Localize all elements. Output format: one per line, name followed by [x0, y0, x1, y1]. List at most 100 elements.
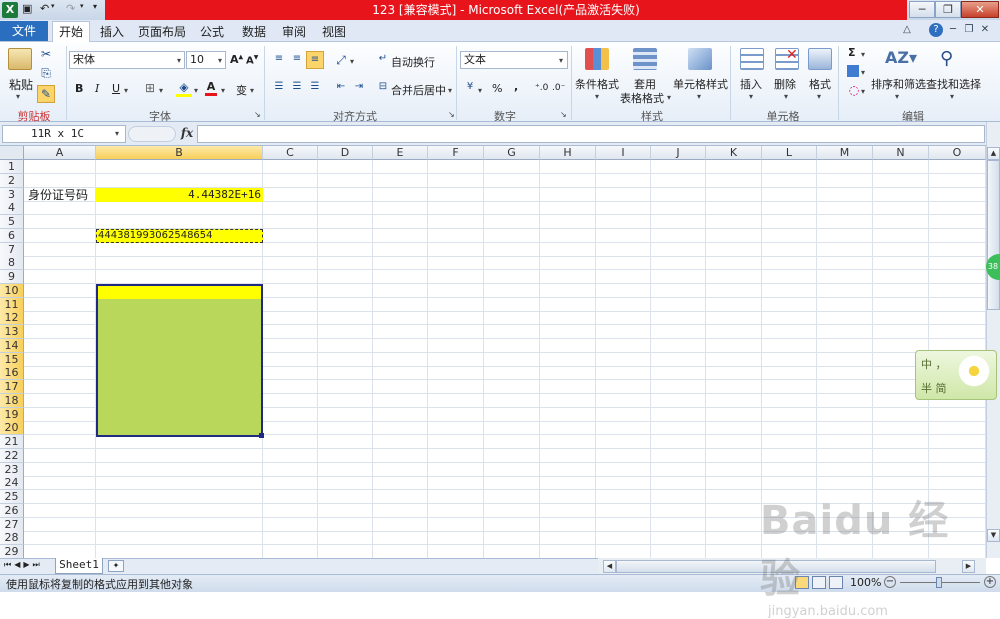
- row-header-5[interactable]: 5: [0, 215, 24, 229]
- tab-page-layout[interactable]: 页面布局: [134, 22, 190, 42]
- clear-dropdown-icon[interactable]: ▾: [861, 87, 865, 96]
- insert-cells-button[interactable]: 插入: [740, 76, 762, 92]
- border-dropdown-icon[interactable]: ▾: [159, 86, 163, 95]
- increase-indent-icon[interactable]: ⇥: [352, 81, 366, 92]
- customize-toolbar-icon[interactable]: ▾: [93, 2, 97, 11]
- orientation-dropdown-icon[interactable]: ▾: [350, 57, 354, 66]
- ribbon-minimize-icon[interactable]: △: [900, 23, 914, 37]
- border-icon[interactable]: ⊞: [143, 81, 157, 95]
- wb-close-icon[interactable]: ✕: [978, 23, 992, 37]
- delete-cells-button[interactable]: 删除: [774, 76, 796, 92]
- cell-styles-icon[interactable]: [688, 48, 712, 70]
- paste-dropdown-icon[interactable]: ▾: [16, 92, 20, 101]
- insert-sheet-icon[interactable]: ✦: [108, 560, 124, 572]
- column-header-g[interactable]: G: [484, 146, 540, 160]
- align-top-icon[interactable]: ≡: [272, 53, 286, 64]
- row-header-12[interactable]: 12: [0, 311, 24, 326]
- save-icon[interactable]: ▣: [22, 2, 32, 15]
- tab-data[interactable]: 数据: [236, 22, 272, 42]
- bold-icon[interactable]: B: [75, 82, 83, 95]
- row-header-23[interactable]: 23: [0, 462, 24, 477]
- merge-center-button[interactable]: 合并后居中: [391, 82, 446, 98]
- number-format-select[interactable]: 文本: [460, 51, 568, 69]
- italic-icon[interactable]: I: [95, 82, 99, 95]
- merge-center-icon[interactable]: ⊟: [376, 81, 390, 92]
- vertical-scroll-thumb[interactable]: [987, 160, 1000, 310]
- wb-minimize-icon[interactable]: ─: [946, 23, 960, 37]
- accounting-dropdown-icon[interactable]: ▾: [478, 86, 482, 95]
- decrease-decimal-icon[interactable]: .0⁻: [552, 83, 565, 93]
- format-as-table-button[interactable]: 表格格式: [620, 90, 664, 106]
- column-header-m[interactable]: M: [817, 146, 873, 160]
- sheet-nav-icon[interactable]: ⏮◀▶⏭: [4, 560, 43, 570]
- cell-styles-button[interactable]: 单元格样式: [673, 76, 728, 92]
- tab-formulas[interactable]: 公式: [194, 22, 230, 42]
- restore-button[interactable]: ❐: [935, 1, 961, 18]
- row-header-24[interactable]: 24: [0, 476, 24, 491]
- phonetic-icon[interactable]: 变: [236, 82, 247, 98]
- tab-insert[interactable]: 插入: [94, 22, 130, 42]
- minimize-button[interactable]: ─: [909, 1, 935, 18]
- row-header-16[interactable]: 16: [0, 366, 24, 381]
- accounting-icon[interactable]: ¥: [463, 81, 477, 92]
- font-color-icon[interactable]: A: [205, 80, 217, 96]
- sort-filter-icon[interactable]: AZ▾: [885, 48, 917, 67]
- column-header-f[interactable]: F: [428, 146, 484, 160]
- row-header-22[interactable]: 22: [0, 448, 24, 463]
- phonetic-dropdown-icon[interactable]: ▾: [250, 86, 254, 95]
- merge-dropdown-icon[interactable]: ▾: [448, 86, 452, 95]
- font-dialog-launcher-icon[interactable]: ↘: [254, 110, 261, 119]
- cut-icon[interactable]: ✂: [39, 47, 53, 61]
- delete-cells-icon[interactable]: ✕: [775, 47, 799, 70]
- row-header-21[interactable]: 21: [0, 435, 24, 449]
- find-select-icon[interactable]: ⚲: [940, 48, 953, 69]
- align-center-icon[interactable]: ☰: [290, 81, 304, 92]
- insert-function-icon[interactable]: fx: [178, 126, 196, 142]
- copy-icon[interactable]: ⎘: [39, 66, 53, 81]
- column-header-i[interactable]: I: [596, 146, 651, 160]
- column-header-j[interactable]: J: [651, 146, 706, 160]
- underline-icon[interactable]: U: [112, 82, 120, 95]
- ime-mode-line2[interactable]: 半 简: [921, 380, 947, 396]
- column-header-c[interactable]: C: [263, 146, 318, 160]
- number-format-dropdown-icon[interactable]: ▾: [559, 56, 563, 65]
- close-button[interactable]: ✕: [961, 1, 999, 18]
- row-header-7[interactable]: 7: [0, 242, 24, 257]
- align-bottom-icon[interactable]: ≡: [306, 51, 324, 69]
- column-header-e[interactable]: E: [373, 146, 428, 160]
- fill-dropdown-icon[interactable]: ▾: [861, 68, 865, 77]
- row-header-28[interactable]: 28: [0, 531, 24, 546]
- column-header-n[interactable]: N: [873, 146, 929, 160]
- row-header-20[interactable]: 20: [0, 421, 24, 436]
- row-header-13[interactable]: 13: [0, 325, 24, 339]
- redo-dropdown-icon[interactable]: ▾: [80, 2, 84, 10]
- wrap-text-button[interactable]: 自动换行: [391, 54, 435, 70]
- column-header-d[interactable]: D: [318, 146, 373, 160]
- cell-styles-dropdown-icon[interactable]: ▾: [697, 92, 701, 101]
- redo-icon[interactable]: ↷: [66, 2, 75, 15]
- selected-range-b10-b20[interactable]: [96, 284, 263, 437]
- tab-review[interactable]: 审阅: [276, 22, 312, 42]
- scroll-left-icon[interactable]: ◀: [603, 560, 616, 573]
- autosum-icon[interactable]: Σ: [848, 46, 856, 59]
- cell-a3[interactable]: 身份证号码: [25, 188, 96, 202]
- fill-handle[interactable]: [259, 433, 264, 438]
- find-select-dropdown-icon[interactable]: ▾: [950, 92, 954, 101]
- wrap-text-icon[interactable]: ↵: [376, 53, 390, 64]
- tab-home[interactable]: 开始: [52, 21, 90, 43]
- decrease-indent-icon[interactable]: ⇤: [334, 81, 348, 92]
- row-header-15[interactable]: 15: [0, 352, 24, 367]
- format-as-table-dropdown-icon[interactable]: ▾: [667, 93, 671, 102]
- tab-file[interactable]: 文件: [0, 21, 48, 41]
- undo-icon[interactable]: ↶: [40, 2, 49, 15]
- shrink-font-icon[interactable]: A▼: [246, 54, 258, 66]
- row-header-6[interactable]: 6: [0, 228, 24, 243]
- conditional-formatting-dropdown-icon[interactable]: ▾: [595, 92, 599, 101]
- conditional-formatting-button[interactable]: 条件格式: [575, 76, 619, 92]
- underline-dropdown-icon[interactable]: ▾: [124, 86, 128, 95]
- font-color-dropdown-icon[interactable]: ▾: [221, 86, 225, 95]
- align-middle-icon[interactable]: ≡: [290, 53, 304, 64]
- grow-font-icon[interactable]: A▲: [230, 53, 243, 66]
- fill-color-icon[interactable]: ◈: [176, 80, 192, 97]
- paste-button[interactable]: 粘贴: [9, 76, 33, 93]
